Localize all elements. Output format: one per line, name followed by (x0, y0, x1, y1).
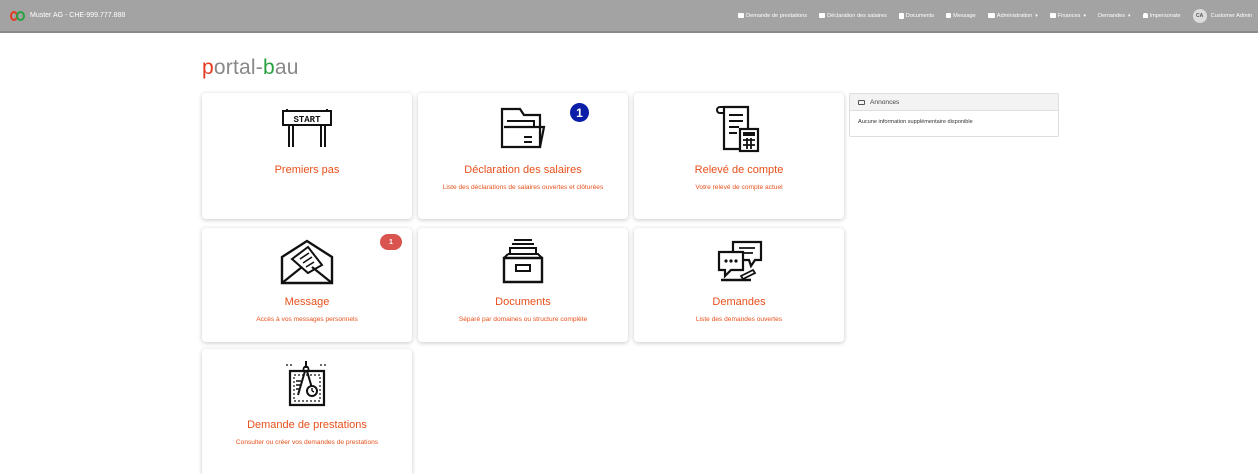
chat-bubbles-icon (717, 240, 763, 282)
envelope-icon (280, 239, 334, 285)
megaphone-icon (858, 99, 865, 105)
nav-demande-de-prestations[interactable]: Demande de prestations (738, 13, 807, 19)
card-description: Liste des déclarations de salaires ouver… (442, 184, 604, 191)
card-description: Séparé par domaines ou structure complèt… (458, 316, 588, 323)
nav-administration-dropdown[interactable]: Administration ▾ (987, 12, 1038, 19)
nav-declaration-des-salaires[interactable]: Déclaration des salaires (819, 13, 887, 19)
notification-badge: 1 (570, 103, 589, 122)
chevron-down-icon: ▾ (1128, 12, 1131, 19)
nav-message[interactable]: Message (946, 13, 976, 19)
notification-badge: 1 (380, 234, 402, 250)
portal-logo: portal-bau (202, 56, 299, 79)
card-title: Déclaration des salaires (464, 164, 582, 176)
table-icon (1049, 13, 1056, 18)
lock-icon (946, 13, 952, 18)
nav-demandes-dropdown[interactable]: Demandes ▾ (1098, 13, 1131, 19)
card-description: Consulter ou créer vos demandes de prest… (235, 439, 379, 446)
user-name: Customer Admin (1210, 12, 1252, 19)
chevron-down-icon: ▾ (1035, 12, 1038, 19)
card-description: Votre relevé de compte actuel (695, 184, 783, 191)
card-declaration-des-salaires[interactable]: 1 Déclaration des salaires Liste des déc… (418, 93, 628, 219)
card-title: Demandes (712, 296, 766, 308)
announcements-body: Aucune information supplémentaire dispon… (858, 119, 973, 125)
main-nav: Demande de prestations Déclaration des s… (726, 8, 1252, 23)
card-message[interactable]: 1 Message Accès à vos messages personnel… (202, 228, 412, 342)
id-card-icon (987, 13, 995, 18)
card-description: Liste des demandes ouvertes (695, 316, 783, 323)
nav-documents[interactable]: Documents (898, 12, 934, 19)
card-demandes[interactable]: Demandes Liste des demandes ouvertes (634, 228, 844, 342)
brand-logo-icon (10, 10, 26, 21)
file-drawer-icon (502, 239, 544, 284)
brand-home-link[interactable]: Muster AG - CHE-999.777.888 (10, 10, 126, 21)
folder-icon (500, 107, 546, 149)
statement-calculator-icon (716, 105, 760, 153)
announcements-panel: Annonces Aucune information supplémentai… (849, 93, 1059, 137)
announcements-header: Annonces (850, 94, 1058, 111)
card-title: Message (284, 296, 330, 308)
blueprint-compass-icon (286, 361, 328, 407)
company-name: Muster AG - CHE-999.777.888 (30, 12, 126, 19)
card-title: Documents (495, 296, 551, 308)
card-title: Premiers pas (274, 164, 340, 176)
card-title: Demande de prestations (247, 419, 367, 431)
calendar-icon (738, 13, 745, 18)
card-documents[interactable]: Documents Séparé par domaines ou structu… (418, 228, 628, 342)
file-icon (898, 12, 904, 19)
card-releve-de-compte[interactable]: Relevé de compte Votre relevé de compte … (634, 93, 844, 219)
avatar: CA (1192, 8, 1207, 23)
nav-finances-dropdown[interactable]: Finances ▾ (1049, 12, 1086, 19)
start-sign-icon: START (282, 109, 332, 147)
card-demande-de-prestations[interactable]: Demande de prestations Consulter ou crée… (202, 349, 412, 474)
card-description: Accès à vos messages personnels (256, 316, 358, 323)
svg-text:START: START (293, 115, 321, 125)
chevron-down-icon: ▾ (1083, 12, 1086, 19)
announcements-title: Annonces (870, 98, 900, 106)
top-navbar: Muster AG - CHE-999.777.888 Demande de p… (0, 0, 1258, 33)
card-title: Relevé de compte (694, 164, 784, 176)
nav-impersonate[interactable]: Impersonate (1142, 13, 1181, 19)
user-icon (1142, 13, 1148, 18)
table-icon (819, 13, 826, 18)
user-menu[interactable]: CA Customer Admin (1192, 8, 1252, 23)
card-premiers-pas[interactable]: START Premiers pas (202, 93, 412, 219)
